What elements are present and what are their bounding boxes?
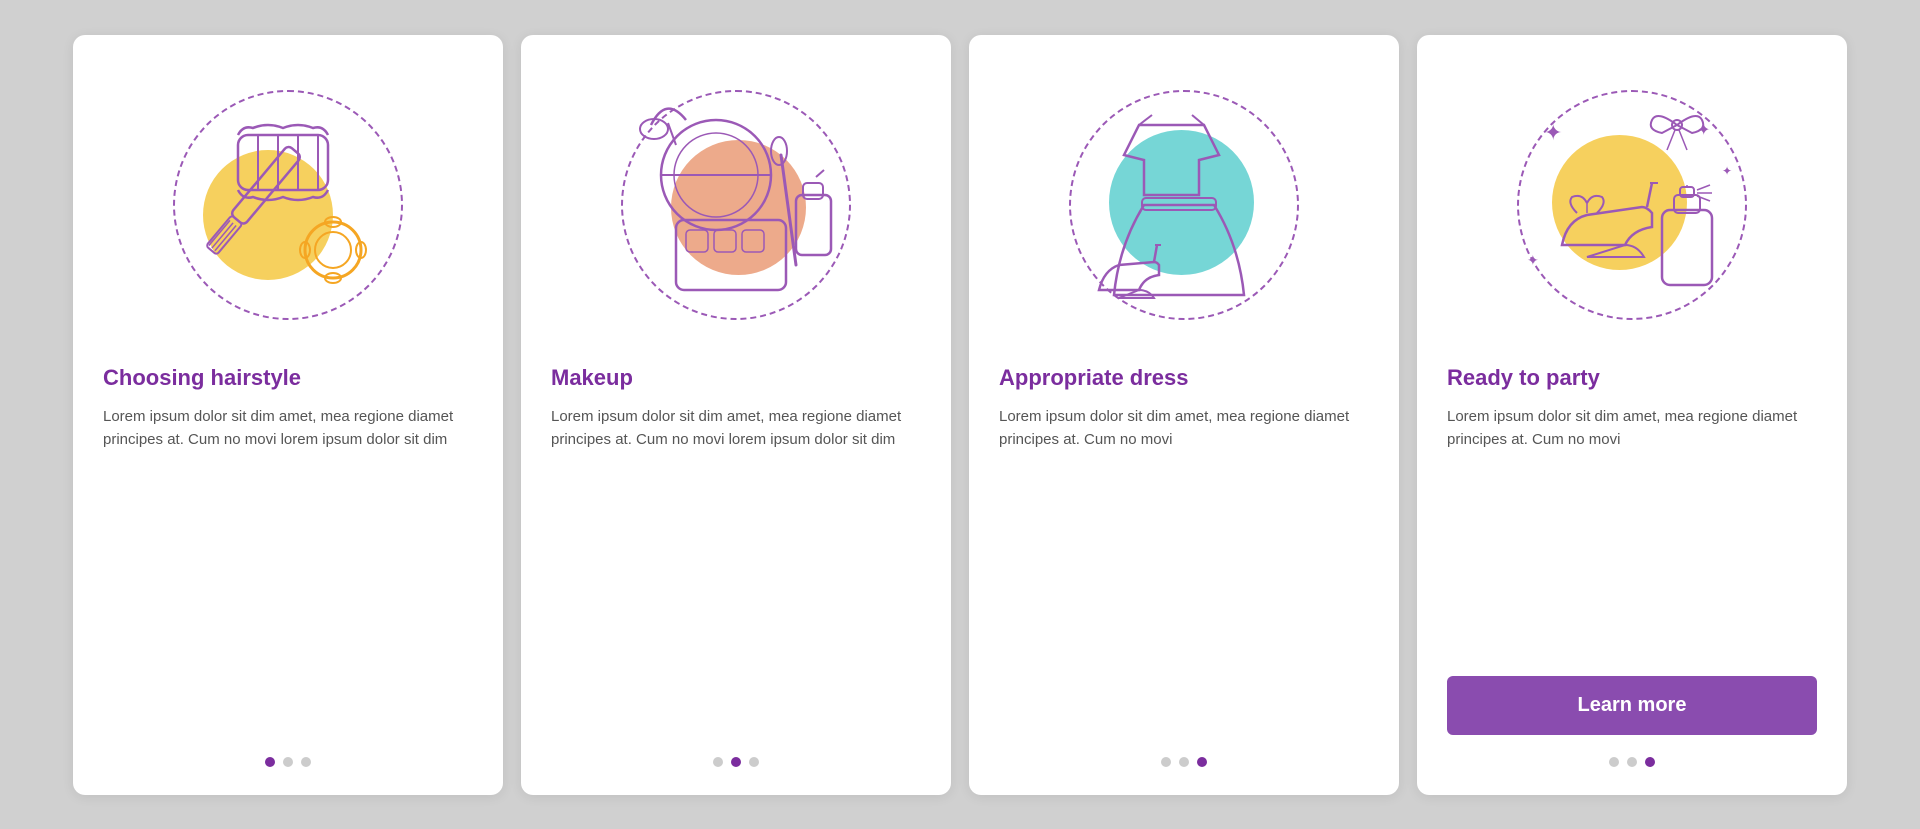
card-dots-makeup (713, 757, 759, 767)
dot-2 (1627, 757, 1637, 767)
svg-text:✦: ✦ (1544, 120, 1562, 145)
card-title-dress: Appropriate dress (999, 365, 1369, 391)
card-dots-party (1609, 757, 1655, 767)
card-party: ✦ ✦ ✦ ✦ Ready to party Lorem ipsum dolor… (1417, 35, 1847, 795)
card-hairstyle: Choosing hairstyle Lorem ipsum dolor sit… (73, 35, 503, 795)
card-text-makeup: Lorem ipsum dolor sit dim amet, mea regi… (551, 405, 921, 735)
card-title-party: Ready to party (1447, 365, 1817, 391)
cards-container: Choosing hairstyle Lorem ipsum dolor sit… (43, 5, 1877, 825)
dot-1 (713, 757, 723, 767)
dot-3-active (1197, 757, 1207, 767)
card-text-party: Lorem ipsum dolor sit dim amet, mea regi… (1447, 405, 1817, 658)
illustration-party: ✦ ✦ ✦ ✦ (1492, 65, 1772, 345)
makeup-svg (596, 65, 876, 345)
card-title-makeup: Makeup (551, 365, 921, 391)
card-dress: Appropriate dress Lorem ipsum dolor sit … (969, 35, 1399, 795)
illustration-makeup (596, 65, 876, 345)
card-dots-hairstyle (265, 757, 311, 767)
dot-2-active (731, 757, 741, 767)
dot-3 (749, 757, 759, 767)
hairstyle-svg (148, 65, 428, 345)
svg-text:✦: ✦ (1722, 164, 1732, 178)
dot-3-active (1645, 757, 1655, 767)
dot-2 (1179, 757, 1189, 767)
card-title-hairstyle: Choosing hairstyle (103, 365, 473, 391)
illustration-dress (1044, 65, 1324, 345)
svg-text:✦: ✦ (1697, 122, 1710, 139)
card-makeup: Makeup Lorem ipsum dolor sit dim amet, m… (521, 35, 951, 795)
dot-1 (1161, 757, 1171, 767)
svg-text:✦: ✦ (1527, 252, 1539, 268)
dot-2 (283, 757, 293, 767)
dot-1-active (265, 757, 275, 767)
dot-3 (301, 757, 311, 767)
card-text-dress: Lorem ipsum dolor sit dim amet, mea regi… (999, 405, 1369, 735)
dot-1 (1609, 757, 1619, 767)
card-text-hairstyle: Lorem ipsum dolor sit dim amet, mea regi… (103, 405, 473, 735)
dress-svg (1044, 65, 1324, 345)
party-svg: ✦ ✦ ✦ ✦ (1492, 65, 1772, 345)
learn-more-button[interactable]: Learn more (1447, 676, 1817, 735)
card-dots-dress (1161, 757, 1207, 767)
illustration-hairstyle (148, 65, 428, 345)
